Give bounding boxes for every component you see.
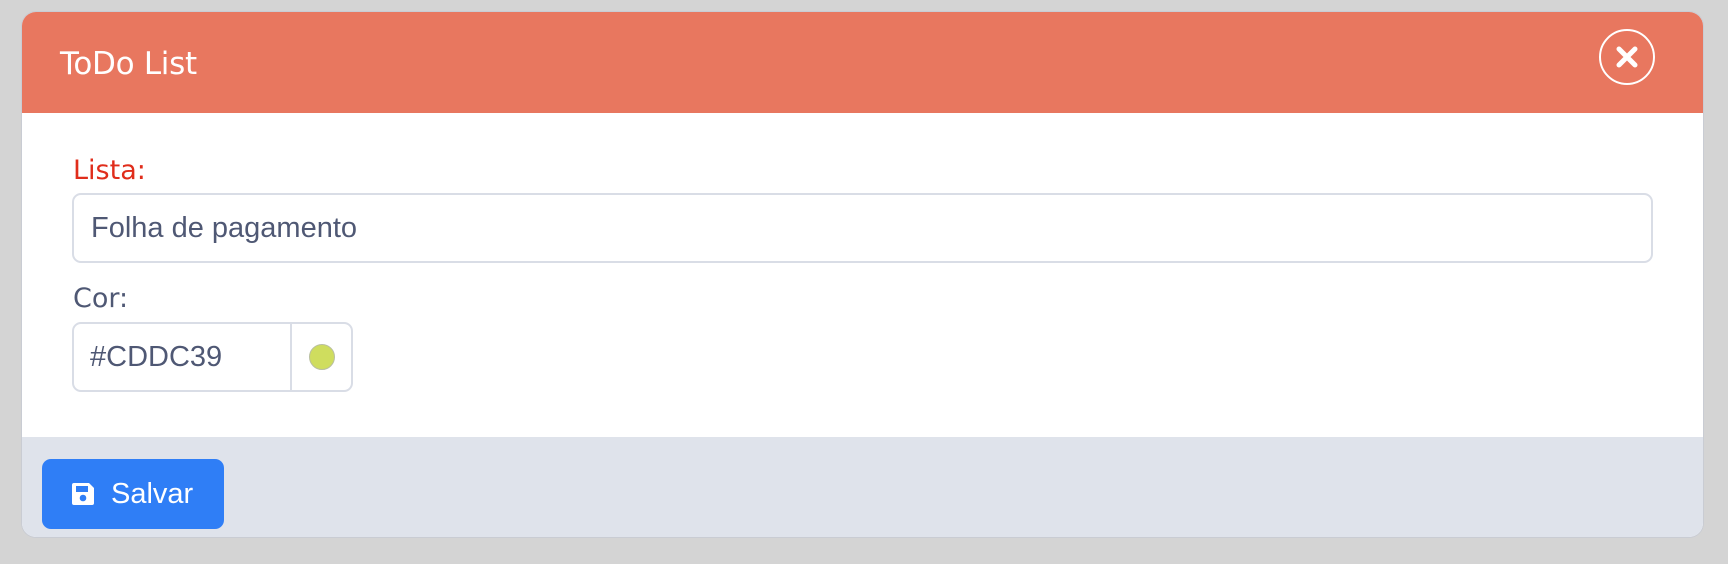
close-icon <box>1615 45 1639 69</box>
dialog-header: ToDo List <box>22 12 1703 113</box>
dialog-footer: Salvar <box>22 437 1703 537</box>
list-name-input[interactable]: Folha de pagamento <box>72 193 1653 263</box>
close-button[interactable] <box>1599 29 1655 85</box>
todo-dialog: ToDo List Lista: Folha de pagamento Cor:… <box>22 12 1703 537</box>
dialog-title: ToDo List <box>60 46 197 82</box>
color-label: Cor: <box>73 283 129 314</box>
list-label: Lista: <box>73 155 146 186</box>
floppy-disk-icon <box>69 480 97 508</box>
color-swatch <box>308 344 335 370</box>
color-picker-group: #CDDC39 <box>72 322 353 392</box>
save-button[interactable]: Salvar <box>42 459 224 529</box>
color-picker-button[interactable] <box>292 324 351 390</box>
dialog-body: Lista: Folha de pagamento Cor: #CDDC39 <box>22 113 1703 437</box>
color-hex-input[interactable]: #CDDC39 <box>74 324 292 390</box>
save-button-label: Salvar <box>111 477 194 510</box>
